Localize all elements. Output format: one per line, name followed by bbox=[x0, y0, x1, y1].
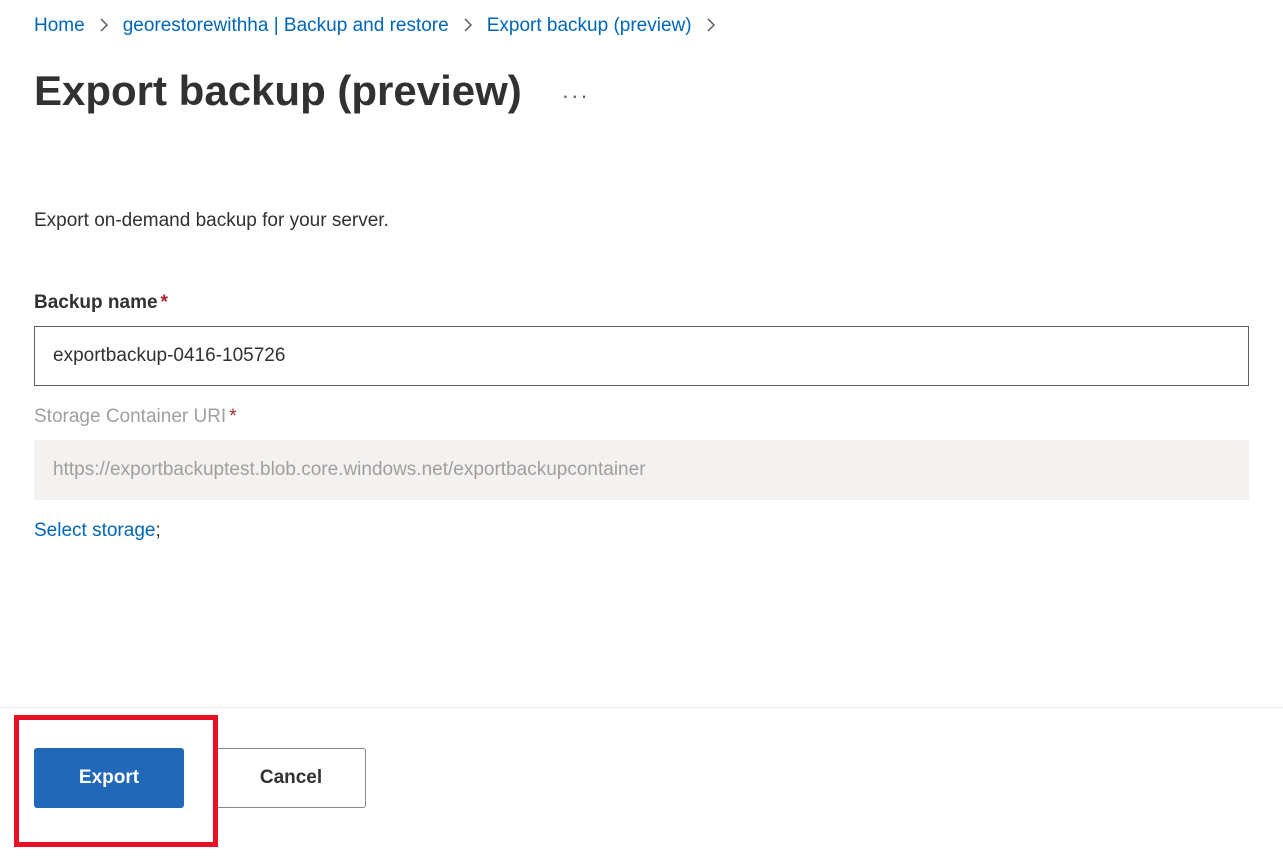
breadcrumb-home[interactable]: Home bbox=[34, 15, 85, 37]
chevron-right-icon bbox=[706, 18, 716, 35]
cancel-button[interactable]: Cancel bbox=[216, 748, 366, 808]
footer-actions: Export Cancel bbox=[0, 707, 1283, 848]
page-title: Export backup (preview) bbox=[34, 67, 522, 115]
chevron-right-icon bbox=[463, 18, 473, 35]
chevron-right-icon bbox=[99, 18, 109, 35]
storage-uri-input bbox=[34, 440, 1249, 500]
required-marker: * bbox=[229, 406, 236, 427]
breadcrumb-current[interactable]: Export backup (preview) bbox=[487, 15, 692, 37]
more-actions-icon[interactable]: ··· bbox=[562, 73, 590, 109]
backup-name-label: Backup name* bbox=[34, 292, 1249, 314]
breadcrumb: Home georestorewithha | Backup and resto… bbox=[34, 15, 1249, 37]
semicolon-text: ; bbox=[155, 520, 160, 541]
storage-uri-label: Storage Container URI* bbox=[34, 406, 1249, 428]
breadcrumb-server[interactable]: georestorewithha | Backup and restore bbox=[123, 15, 449, 37]
required-marker: * bbox=[161, 292, 168, 313]
select-storage-link[interactable]: Select storage bbox=[34, 520, 155, 541]
backup-name-input[interactable] bbox=[34, 326, 1249, 386]
export-button[interactable]: Export bbox=[34, 748, 184, 808]
page-description: Export on-demand backup for your server. bbox=[34, 210, 1249, 232]
